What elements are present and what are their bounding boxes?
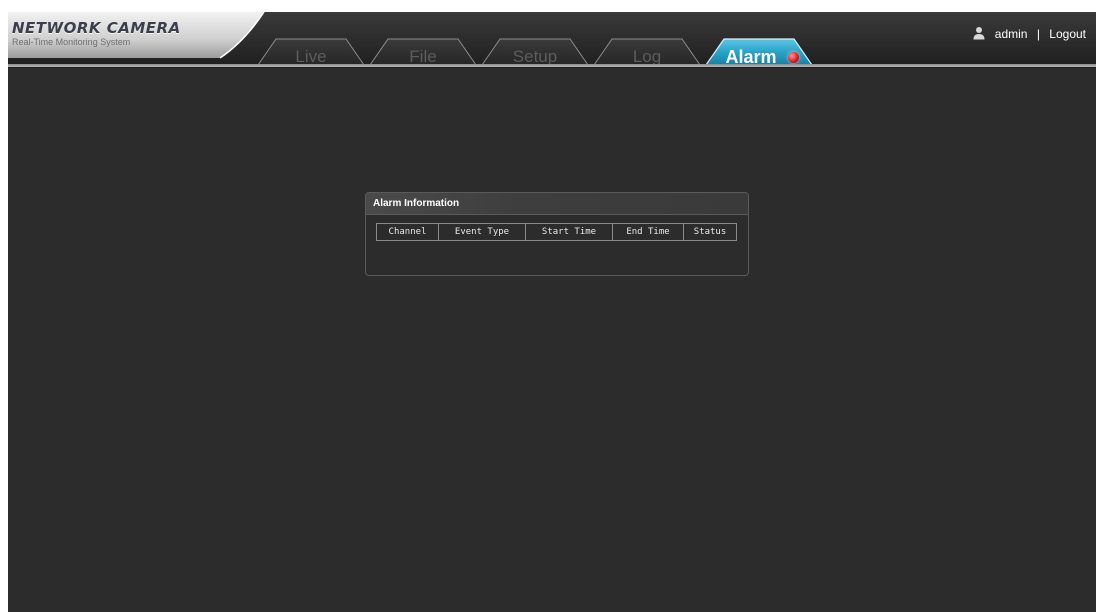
alarm-table: Channel Event Type Start Time End Time S… <box>376 223 737 241</box>
username: admin <box>994 27 1028 41</box>
panel-title: Alarm Information <box>366 193 748 215</box>
top-header: NETWORK CAMERA Real-Time Monitoring Syst… <box>8 12 1096 68</box>
column-header-end-time: End Time <box>612 223 684 241</box>
user-icon <box>973 27 985 40</box>
table-header-row: Channel Event Type Start Time End Time S… <box>376 223 737 241</box>
header-divider <box>8 64 1096 67</box>
logout-link[interactable]: Logout <box>1049 27 1086 41</box>
column-header-start-time: Start Time <box>525 223 613 241</box>
app-frame: NETWORK CAMERA Real-Time Monitoring Syst… <box>8 12 1096 612</box>
column-header-channel: Channel <box>376 223 439 241</box>
alarm-indicator-icon <box>788 52 799 63</box>
column-header-event-type: Event Type <box>438 223 526 241</box>
alarm-information-panel: Alarm Information Channel Event Type Sta… <box>365 192 749 276</box>
user-area: admin | Logout <box>973 26 1086 42</box>
user-separator: | <box>1036 27 1040 41</box>
column-header-status: Status <box>683 223 737 241</box>
